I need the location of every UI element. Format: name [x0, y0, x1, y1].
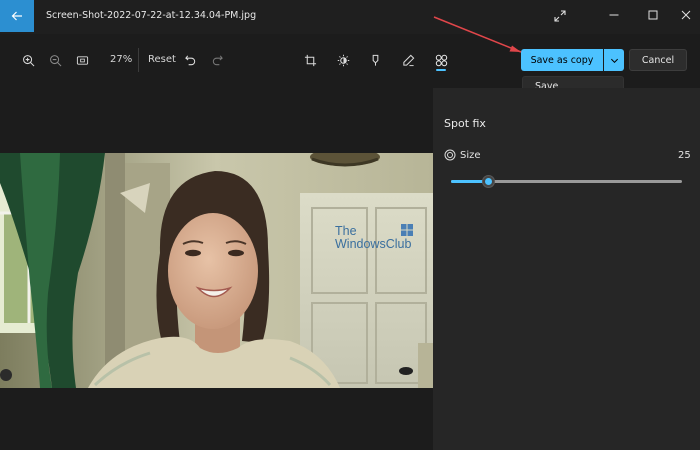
zoom-in-button[interactable] — [18, 50, 38, 70]
watermark-line-2: WindowsClub — [335, 237, 412, 251]
size-value: 25 — [678, 150, 691, 161]
title-bar: Screen-Shot-2022-07-22-at-12.34.04-PM.jp… — [0, 0, 700, 34]
undo-icon — [184, 55, 195, 65]
close-icon — [681, 10, 691, 20]
brightness-icon — [337, 54, 349, 66]
cancel-button[interactable]: Cancel — [629, 49, 687, 71]
markup-tool-button[interactable] — [365, 50, 385, 70]
zoom-level[interactable]: 27% — [110, 54, 132, 65]
panel-title: Spot fix — [444, 117, 486, 130]
size-slider-thumb[interactable] — [481, 175, 495, 188]
save-as-copy-button[interactable]: Save as copy — [521, 49, 603, 71]
draw-tool-button[interactable] — [398, 50, 418, 70]
markup-icon — [372, 54, 378, 66]
photo-image — [0, 153, 433, 388]
back-arrow-icon — [11, 11, 22, 21]
reset-button[interactable]: Reset — [148, 54, 176, 65]
spot-fix-panel — [433, 88, 700, 450]
retouch-tool-button[interactable] — [431, 50, 451, 70]
chevron-down-icon — [610, 58, 618, 63]
fit-to-window-icon — [76, 55, 88, 65]
redo-icon — [212, 55, 223, 65]
adjustment-tool-button[interactable] — [333, 50, 353, 70]
active-tool-indicator — [436, 69, 446, 71]
expand-icon — [554, 10, 566, 22]
retouch-icon — [435, 54, 447, 66]
fit-to-window-button[interactable] — [72, 50, 92, 70]
maximize-button[interactable] — [639, 4, 667, 26]
size-label: Size — [460, 150, 481, 161]
draw-icon — [402, 54, 414, 66]
maximize-icon — [648, 10, 658, 20]
save-options-dropdown-button[interactable] — [604, 49, 624, 71]
photo[interactable] — [0, 153, 433, 388]
crop-tool-button[interactable] — [300, 50, 320, 70]
close-button[interactable] — [672, 4, 700, 26]
toolbar-divider — [138, 48, 139, 72]
redo-button[interactable] — [207, 50, 227, 70]
zoom-out-button[interactable] — [45, 50, 65, 70]
fullscreen-button[interactable] — [546, 5, 574, 27]
undo-button[interactable] — [180, 50, 200, 70]
window-title: Screen-Shot-2022-07-22-at-12.34.04-PM.jp… — [46, 10, 257, 21]
minimize-button[interactable] — [600, 4, 628, 26]
minimize-icon — [609, 14, 619, 16]
windows-logo-icon — [401, 224, 413, 236]
back-button[interactable] — [0, 0, 34, 32]
brush-size-icon — [444, 149, 456, 161]
size-slider[interactable] — [451, 175, 682, 188]
zoom-out-icon — [49, 54, 61, 66]
zoom-in-icon — [22, 54, 34, 66]
crop-icon — [304, 54, 316, 66]
